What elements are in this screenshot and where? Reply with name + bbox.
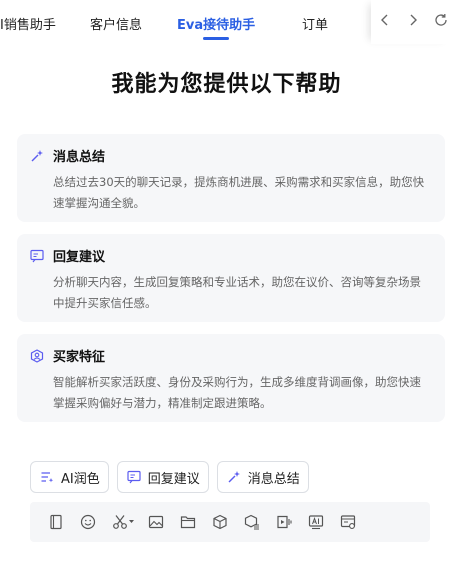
video-icon[interactable] [275, 513, 293, 531]
chevron-right-icon[interactable] [403, 10, 423, 30]
ai-text-icon[interactable] [307, 513, 325, 531]
active-tab-indicator [203, 37, 229, 40]
button-label: 回复建议 [147, 471, 200, 487]
buyer-profile-icon [29, 348, 45, 364]
scissors-icon[interactable] [111, 513, 137, 531]
phrase-book-icon[interactable] [47, 513, 65, 531]
order-card-icon[interactable] [339, 513, 357, 531]
feature-card-reply-suggestion[interactable]: 回复建议 分析聊天内容，生成回复策略和专业话术，助您在议价、咨询等复杂场景中提升… [17, 234, 445, 322]
tab-orders[interactable]: 订单 [302, 14, 328, 33]
bottom-spacer [0, 554, 453, 563]
top-tab-bar: I销售助手 客户信息 Eva接待助手 订单 [0, 0, 453, 44]
button-label: AI润色 [61, 471, 100, 487]
button-label: 消息总结 [247, 471, 300, 487]
card-title: 买家特征 [53, 350, 106, 365]
card-description: 总结过去30天的聊天记录，提炼商机进展、采购需求和买家信息，助您快速掌握沟通全貌… [53, 175, 425, 210]
feature-card-message-summary[interactable]: 消息总结 总结过去30天的聊天记录，提炼商机进展、采购需求和买家信息，助您快速掌… [17, 134, 445, 222]
product-cube-icon[interactable] [211, 513, 229, 531]
ai-sparkle-icon [226, 469, 242, 485]
ai-sparkle-icon [29, 148, 45, 164]
reply-ai-icon [126, 469, 142, 485]
card-description: 分析聊天内容，生成回复策略和专业话术，助您在议价、咨询等复杂场景中提升买家信任感… [53, 275, 421, 310]
message-summary-button[interactable]: 消息总结 [216, 461, 309, 493]
page-title: 我能为您提供以下帮助 [111, 72, 342, 97]
reply-suggestion-button[interactable]: 回复建议 [116, 461, 209, 493]
tab-customer-info[interactable]: 客户信息 [90, 14, 142, 33]
quick-action-row: AI润色 回复建议 消息总结 [30, 461, 317, 493]
tab-sales-assistant[interactable]: I销售助手 [0, 14, 56, 33]
chat-input-toolbar [30, 502, 430, 542]
chevron-left-icon[interactable] [375, 10, 395, 30]
image-icon[interactable] [147, 513, 165, 531]
feature-card-buyer-profile[interactable]: 买家特征 智能解析买家活跃度、身份及采购行为，生成多维度背调画像，助您快速掌握采… [17, 334, 445, 422]
reply-ai-icon [29, 248, 45, 264]
folder-icon[interactable] [179, 513, 197, 531]
card-description: 智能解析买家活跃度、身份及采购行为，生成多维度背调画像，助您快速掌握采购偏好与潜… [53, 375, 421, 410]
card-title: 消息总结 [53, 150, 106, 165]
polish-icon [39, 469, 55, 485]
ai-polish-button[interactable]: AI润色 [30, 461, 109, 493]
tab-eva-reception-assistant[interactable]: Eva接待助手 [177, 14, 255, 33]
card-title: 回复建议 [53, 250, 106, 265]
refresh-icon[interactable] [431, 10, 451, 30]
product-list-icon[interactable] [243, 513, 261, 531]
tab-nav-controls [371, 0, 453, 44]
emoji-icon[interactable] [79, 513, 97, 531]
